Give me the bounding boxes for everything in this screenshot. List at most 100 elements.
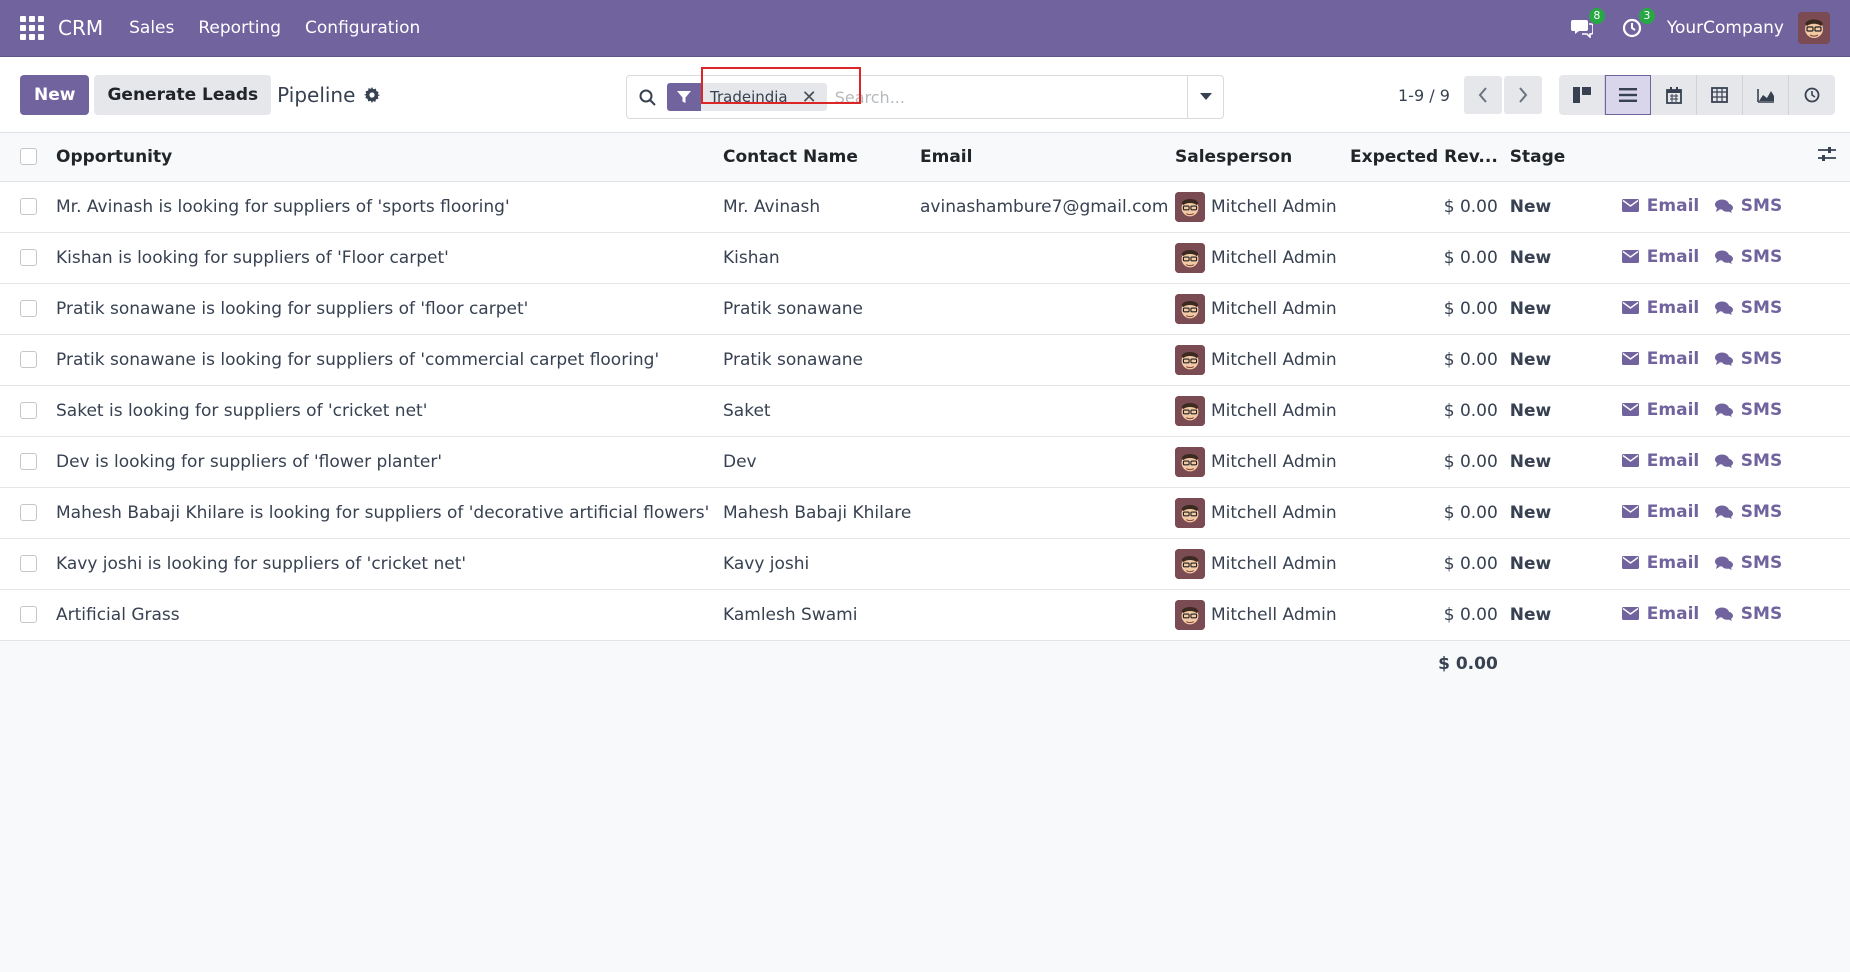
opportunity-cell[interactable]: Mr. Avinash is looking for suppliers of … (56, 181, 723, 233)
salesperson-cell[interactable]: Mitchell Admin (1175, 436, 1350, 488)
pager-next-button[interactable] (1503, 76, 1542, 114)
table-row[interactable]: Pratik sonawane is looking for suppliers… (0, 334, 1850, 386)
app-brand[interactable]: CRM (58, 16, 103, 40)
email-cell[interactable] (920, 334, 1175, 386)
expected-revenue-cell[interactable]: $ 0.00 (1350, 334, 1510, 386)
email-action-button[interactable]: Email (1621, 604, 1699, 624)
expected-revenue-cell[interactable]: $ 0.00 (1350, 283, 1510, 335)
sliders-icon[interactable] (1818, 146, 1836, 162)
expected-revenue-cell[interactable]: $ 0.00 (1350, 232, 1510, 284)
stage-cell[interactable]: New (1509, 436, 1622, 488)
contact-name-cell[interactable]: Mr. Avinash (723, 181, 920, 233)
row-checkbox[interactable] (20, 453, 37, 470)
calendar-view-button[interactable] (1651, 75, 1697, 115)
email-cell[interactable] (920, 283, 1175, 335)
row-checkbox[interactable] (20, 504, 37, 521)
row-checkbox[interactable] (20, 606, 37, 623)
gear-icon[interactable] (363, 86, 381, 104)
sms-action-button[interactable]: SMS (1714, 553, 1782, 573)
row-checkbox[interactable] (20, 351, 37, 368)
kanban-view-button[interactable] (1559, 75, 1605, 115)
contact-name-cell[interactable]: Pratik sonawane (723, 283, 920, 335)
table-row[interactable]: Dev is looking for suppliers of 'flower … (0, 436, 1850, 488)
user-avatar[interactable] (1798, 12, 1830, 44)
opportunity-cell[interactable]: Pratik sonawane is looking for suppliers… (56, 283, 723, 335)
opportunity-cell[interactable]: Saket is looking for suppliers of 'crick… (56, 385, 723, 437)
opportunity-cell[interactable]: Pratik sonawane is looking for suppliers… (56, 334, 723, 386)
activities-button[interactable]: 3 (1617, 8, 1655, 43)
expected-revenue-cell[interactable]: $ 0.00 (1350, 181, 1510, 233)
column-email[interactable]: Email (920, 133, 1175, 182)
messages-button[interactable]: 8 (1567, 8, 1605, 43)
pivot-view-button[interactable] (1697, 75, 1743, 115)
email-action-button[interactable]: Email (1621, 553, 1699, 573)
table-row[interactable]: Kavy joshi is looking for suppliers of '… (0, 538, 1850, 590)
email-cell[interactable] (920, 385, 1175, 437)
email-cell[interactable] (920, 589, 1175, 641)
opportunity-cell[interactable]: Artificial Grass (56, 589, 723, 641)
email-action-button[interactable]: Email (1621, 400, 1699, 420)
stage-cell[interactable]: New (1509, 232, 1622, 284)
contact-name-cell[interactable]: Kamlesh Swami (723, 589, 920, 641)
email-cell[interactable] (920, 487, 1175, 539)
expected-revenue-cell[interactable]: $ 0.00 (1350, 487, 1510, 539)
row-checkbox[interactable] (20, 249, 37, 266)
opportunity-cell[interactable]: Kavy joshi is looking for suppliers of '… (56, 538, 723, 590)
salesperson-cell[interactable]: Mitchell Admin (1175, 385, 1350, 437)
salesperson-cell[interactable]: Mitchell Admin (1175, 334, 1350, 386)
expected-revenue-cell[interactable]: $ 0.00 (1350, 385, 1510, 437)
contact-name-cell[interactable]: Dev (723, 436, 920, 488)
search-input[interactable] (834, 87, 1187, 107)
email-action-button[interactable]: Email (1621, 196, 1699, 216)
email-action-button[interactable]: Email (1621, 247, 1699, 267)
stage-cell[interactable]: New (1509, 385, 1622, 437)
opportunity-cell[interactable]: Mahesh Babaji Khilare is looking for sup… (56, 487, 723, 539)
opportunity-cell[interactable]: Kishan is looking for suppliers of 'Floo… (56, 232, 723, 284)
pager-previous-button[interactable] (1463, 76, 1502, 114)
opportunity-cell[interactable]: Dev is looking for suppliers of 'flower … (56, 436, 723, 488)
column-expected-revenue[interactable]: Expected Rev... (1350, 133, 1510, 182)
salesperson-cell[interactable]: Mitchell Admin (1175, 487, 1350, 539)
stage-cell[interactable]: New (1509, 181, 1622, 233)
salesperson-cell[interactable]: Mitchell Admin (1175, 232, 1350, 284)
expected-revenue-cell[interactable]: $ 0.00 (1350, 538, 1510, 590)
contact-name-cell[interactable]: Kavy joshi (723, 538, 920, 590)
contact-name-cell[interactable]: Saket (723, 385, 920, 437)
table-row[interactable]: Kishan is looking for suppliers of 'Floo… (0, 232, 1850, 284)
menu-configuration[interactable]: Configuration (305, 18, 420, 38)
column-salesperson[interactable]: Salesperson (1175, 133, 1350, 182)
stage-cell[interactable]: New (1509, 538, 1622, 590)
contact-name-cell[interactable]: Kishan (723, 232, 920, 284)
new-button[interactable]: New (20, 74, 90, 115)
sms-action-button[interactable]: SMS (1714, 349, 1782, 369)
facet-remove-icon[interactable]: ✕ (797, 83, 827, 111)
salesperson-cell[interactable]: Mitchell Admin (1175, 589, 1350, 641)
stage-cell[interactable]: New (1509, 283, 1622, 335)
sms-action-button[interactable]: SMS (1714, 604, 1782, 624)
list-view-button[interactable] (1605, 75, 1651, 115)
activity-view-button[interactable] (1789, 75, 1835, 115)
salesperson-cell[interactable]: Mitchell Admin (1175, 538, 1350, 590)
row-checkbox[interactable] (20, 198, 37, 215)
column-contact-name[interactable]: Contact Name (723, 133, 920, 182)
email-action-button[interactable]: Email (1621, 502, 1699, 522)
column-stage[interactable]: Stage (1509, 133, 1622, 182)
contact-name-cell[interactable]: Mahesh Babaji Khilare (723, 487, 920, 539)
sms-action-button[interactable]: SMS (1714, 247, 1782, 267)
search-options-toggle[interactable] (1187, 76, 1223, 118)
table-row[interactable]: Artificial Grass Kamlesh Swami Mitchell … (0, 589, 1850, 641)
contact-name-cell[interactable]: Pratik sonawane (723, 334, 920, 386)
sms-action-button[interactable]: SMS (1714, 451, 1782, 471)
sms-action-button[interactable]: SMS (1714, 298, 1782, 318)
column-opportunity[interactable]: Opportunity (56, 133, 723, 182)
email-action-button[interactable]: Email (1621, 298, 1699, 318)
table-row[interactable]: Mahesh Babaji Khilare is looking for sup… (0, 487, 1850, 539)
table-row[interactable]: Mr. Avinash is looking for suppliers of … (0, 181, 1850, 233)
company-switcher[interactable]: YourCompany (1667, 18, 1784, 38)
email-cell[interactable]: avinashambure7@gmail.com (920, 181, 1175, 233)
sms-action-button[interactable]: SMS (1714, 400, 1782, 420)
generate-leads-button[interactable]: Generate Leads (94, 74, 272, 115)
expected-revenue-cell[interactable]: $ 0.00 (1350, 436, 1510, 488)
email-action-button[interactable]: Email (1621, 451, 1699, 471)
stage-cell[interactable]: New (1509, 334, 1622, 386)
